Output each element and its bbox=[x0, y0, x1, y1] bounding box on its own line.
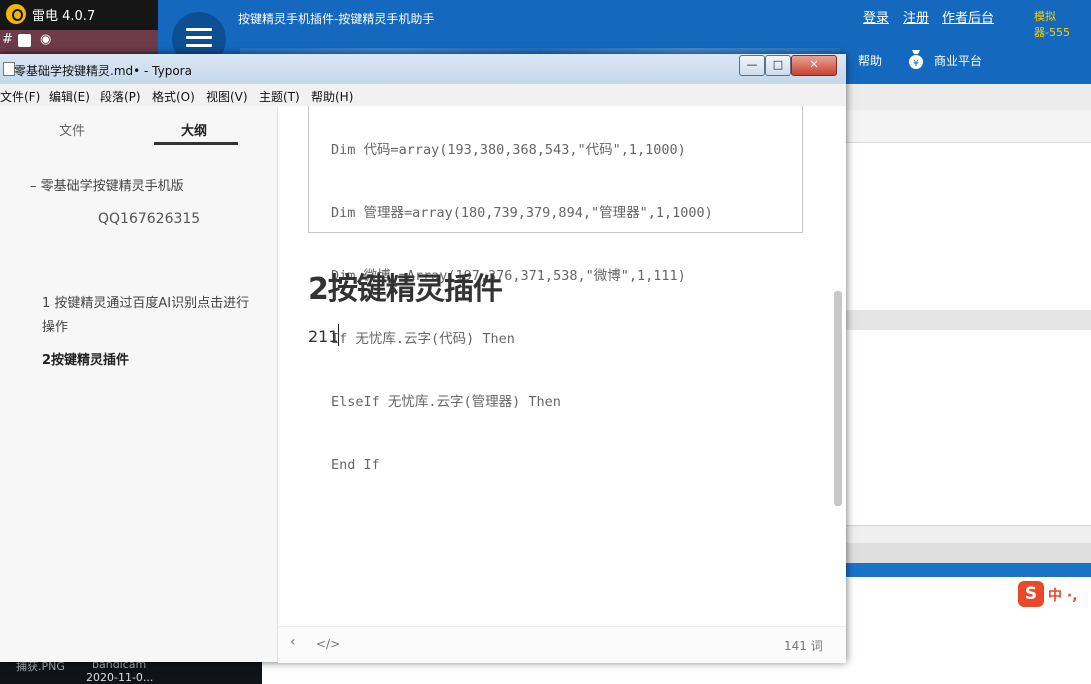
active-tab-indicator bbox=[154, 142, 238, 145]
paragraph[interactable]: 211 bbox=[308, 327, 339, 346]
close-button[interactable]: ✕ bbox=[791, 55, 837, 76]
window-title: 零基础学按键精灵.md• - Typora bbox=[14, 64, 192, 78]
code-line: If 无忧库.云字(代码) Then bbox=[331, 331, 515, 347]
helper-band bbox=[846, 525, 1091, 544]
ldplayer-toolbar: # ◉ bbox=[0, 30, 158, 52]
helper-title: 按键精灵手机插件-按键精灵手机助手 bbox=[238, 12, 435, 26]
code-lines: Dim 代码=array(193,380,368,543,"代码",1,1000… bbox=[331, 106, 713, 518]
menu-view[interactable]: 视图(V) bbox=[206, 88, 248, 105]
helper-band bbox=[846, 310, 1091, 330]
collapse-icon[interactable]: – bbox=[30, 179, 41, 194]
menu-file[interactable]: 文件(F) bbox=[0, 88, 40, 105]
menu-bar: 文件(F) 编辑(E) 段落(P) 格式(O) 视图(V) 主题(T) 帮助(H… bbox=[0, 84, 846, 107]
source-mode-icon[interactable]: </> bbox=[316, 637, 340, 651]
helper-band bbox=[846, 543, 1091, 563]
business-platform-button[interactable]: 商业平台 bbox=[934, 52, 982, 69]
outline-item-1[interactable]: 1 按键精灵通过百度AI识别点击进行操作 bbox=[42, 292, 254, 340]
helper-blue-bar bbox=[846, 563, 1091, 577]
text-caret bbox=[338, 324, 339, 346]
editor-area[interactable]: Dim 代码=array(193,380,368,543,"代码",1,1000… bbox=[278, 106, 846, 626]
menu-format[interactable]: 格式(O) bbox=[152, 88, 195, 105]
sidebar: 文件 大纲 – 零基础学按键精灵手机版 QQ167626315 1 按键精灵通过… bbox=[0, 106, 278, 662]
hamburger-icon bbox=[186, 28, 212, 48]
menu-paragraph[interactable]: 段落(P) bbox=[100, 88, 141, 105]
ldplayer-title: 雷电 4.0.7 bbox=[32, 9, 96, 24]
hash-icon[interactable]: # bbox=[2, 32, 13, 47]
helper-row bbox=[846, 110, 1091, 143]
outline-item-qq[interactable]: QQ167626315 bbox=[98, 211, 200, 227]
money-bag-icon: ¥ bbox=[909, 50, 923, 69]
code-line: ElseIf 无忧库.云字(管理器) Then bbox=[331, 394, 561, 410]
maximize-button[interactable]: □ bbox=[765, 55, 791, 76]
code-line: Dim 管理器=array(180,739,379,894,"管理器",1,10… bbox=[331, 205, 713, 221]
code-block[interactable]: Dim 代码=array(193,380,368,543,"代码",1,1000… bbox=[308, 106, 803, 473]
heading-2[interactable]: 2按键精灵插件 bbox=[308, 264, 503, 308]
login-link[interactable]: 登录 bbox=[863, 7, 889, 26]
weibo-icon[interactable]: ◉ bbox=[40, 32, 51, 47]
typora-window: 零基础学按键精灵.md• - Typora — □ ✕ 文件(F) 编辑(E) … bbox=[0, 54, 846, 663]
back-icon[interactable]: ‹ bbox=[290, 634, 296, 650]
helper-subbar bbox=[846, 84, 1091, 111]
status-bar: ‹ </> 141 词 bbox=[278, 626, 846, 663]
word-count[interactable]: 141 词 bbox=[784, 637, 823, 654]
desktop-strip bbox=[262, 662, 846, 684]
help-button[interactable]: 帮助 bbox=[858, 52, 882, 69]
register-link[interactable]: 注册 bbox=[903, 7, 929, 26]
code-line: End If bbox=[331, 457, 380, 473]
ime-mode-label[interactable]: 中 ·, bbox=[1048, 585, 1078, 605]
outline-item-2[interactable]: 2按键精灵插件 bbox=[42, 349, 129, 368]
menu-theme[interactable]: 主题(T) bbox=[259, 88, 300, 105]
taskbar-date: 2020-11-0... bbox=[86, 671, 154, 684]
tab-files[interactable]: 文件 bbox=[59, 120, 85, 139]
minimize-button[interactable]: — bbox=[739, 55, 765, 76]
scrollbar-thumb[interactable] bbox=[834, 291, 842, 506]
menu-help[interactable]: 帮助(H) bbox=[311, 88, 353, 105]
tab-outline[interactable]: 大纲 bbox=[181, 120, 207, 139]
author-console-link[interactable]: 作者后台 bbox=[942, 7, 994, 26]
outline-item-root[interactable]: – 零基础学按键精灵手机版 bbox=[30, 175, 184, 194]
square-icon[interactable] bbox=[18, 34, 31, 47]
code-line: Dim 代码=array(193,380,368,543,"代码",1,1000… bbox=[331, 142, 686, 158]
desktop-taskbar-strip: 捕获.PNG bandicam 2020-11-0... bbox=[0, 658, 262, 684]
svg-text:¥: ¥ bbox=[913, 59, 919, 69]
emulator-label: 模拟器-555 bbox=[1034, 10, 1070, 39]
outline-item-label: 零基础学按键精灵手机版 bbox=[40, 179, 184, 194]
window-titlebar: 零基础学按键精灵.md• - Typora — □ ✕ bbox=[0, 54, 846, 85]
ldplayer-logo-icon bbox=[6, 4, 26, 24]
sogou-ime-icon[interactable]: S bbox=[1018, 581, 1044, 607]
menu-edit[interactable]: 编辑(E) bbox=[49, 88, 90, 105]
ldplayer-titlebar: 雷电 4.0.7 bbox=[0, 0, 158, 30]
